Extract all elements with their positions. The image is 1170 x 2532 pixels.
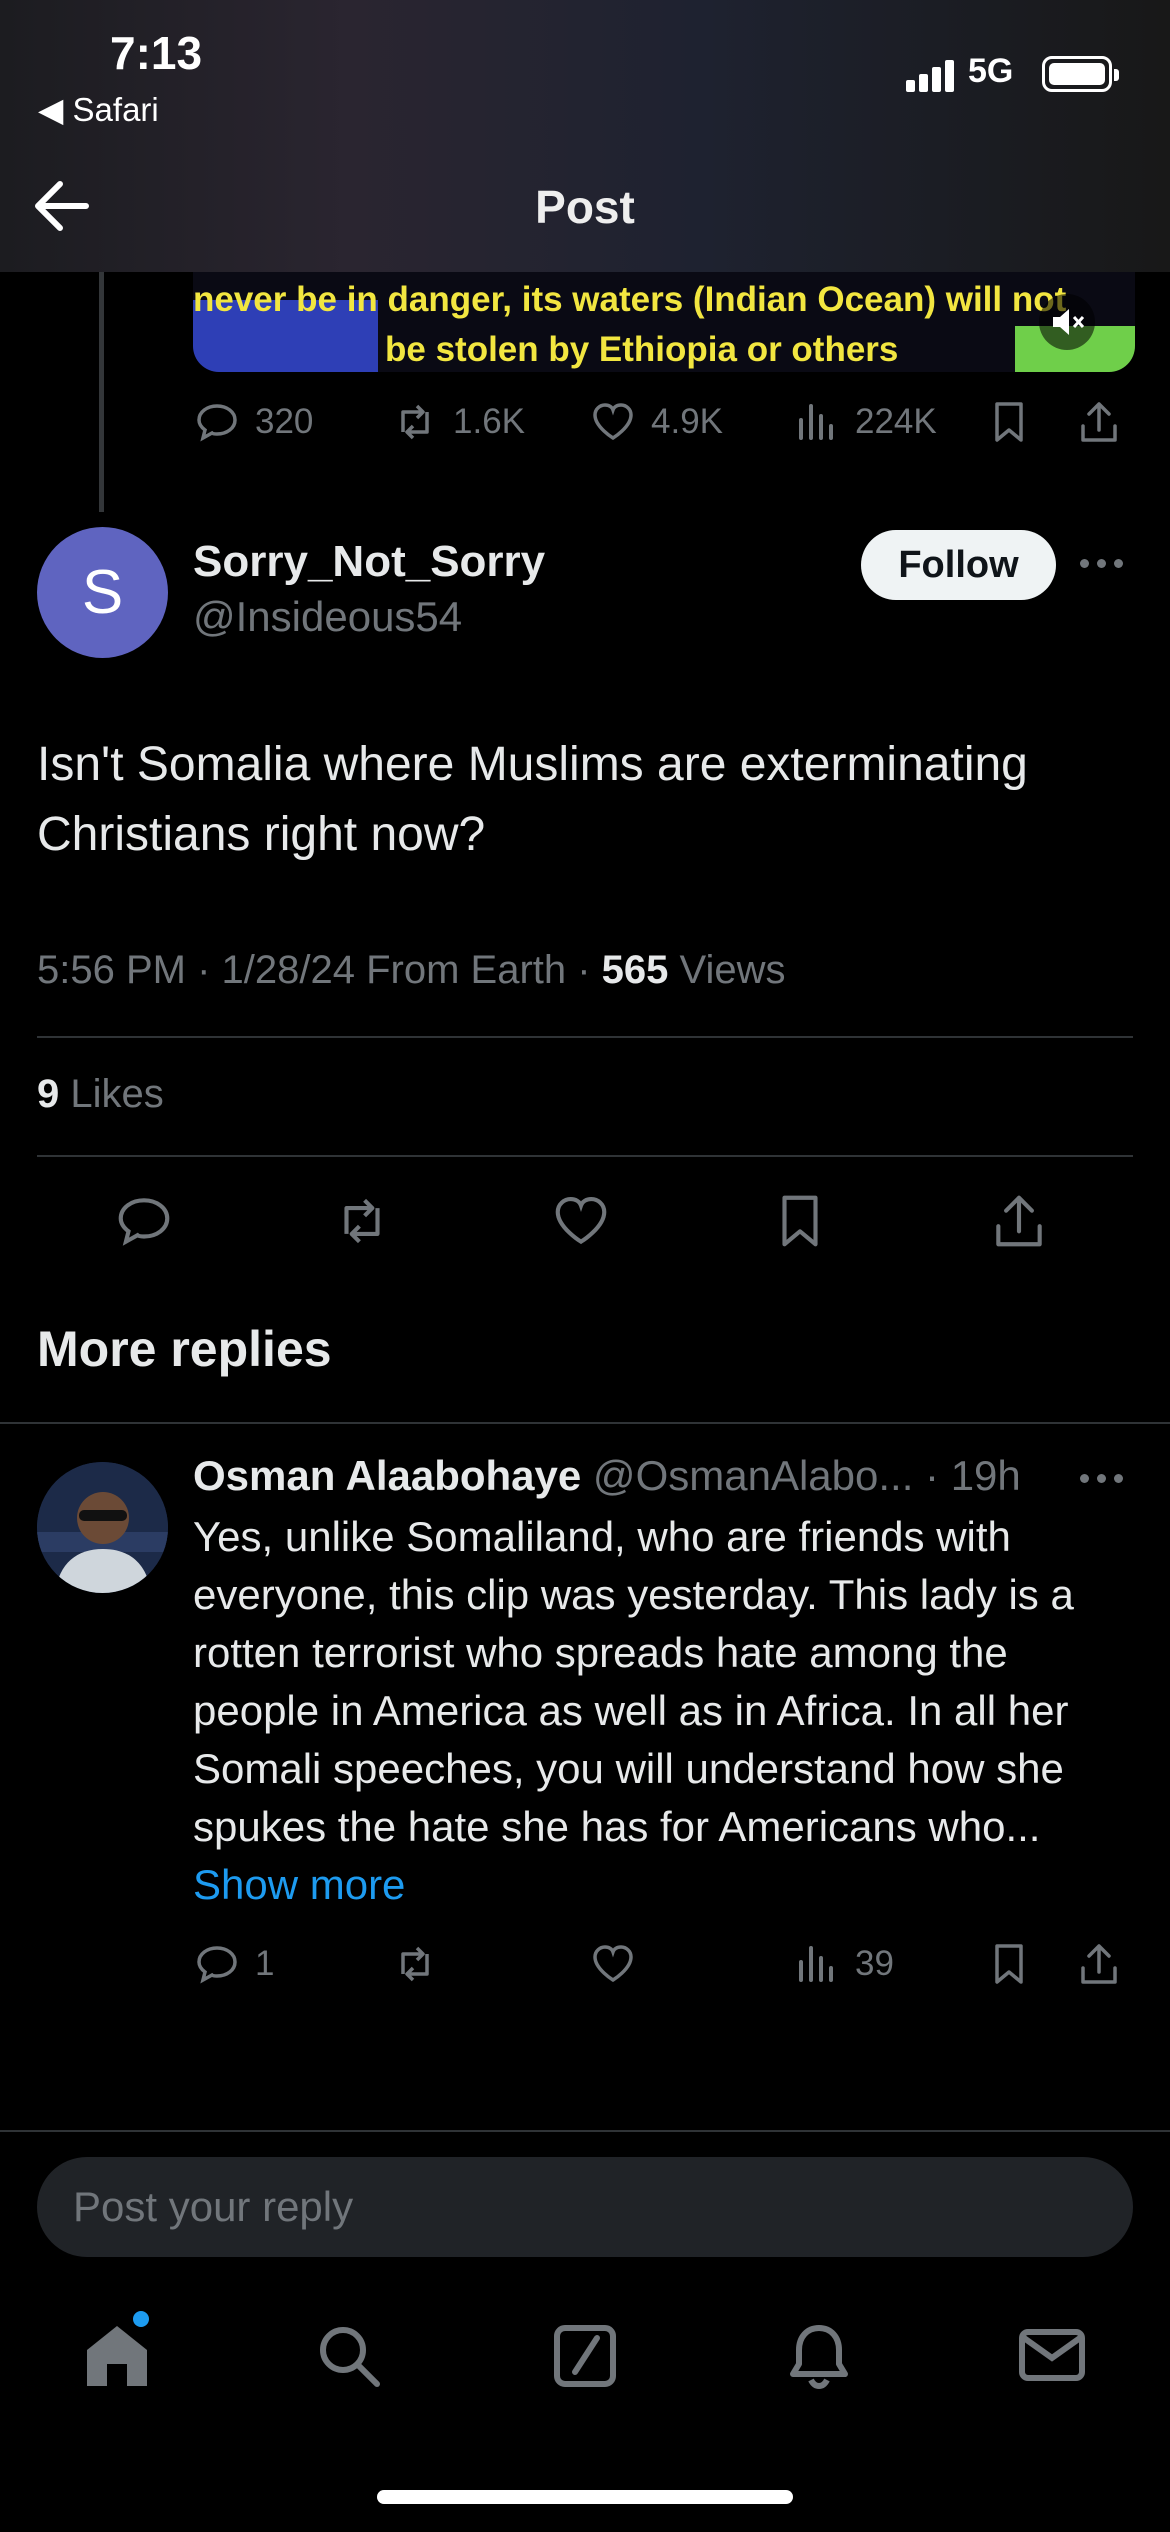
share-icon [1081, 402, 1117, 442]
divider [0, 1422, 1170, 1424]
quoted-post-actions: 320 1.6K 4.9K 224K [193, 392, 1143, 452]
bookmark-icon[interactable] [769, 1190, 831, 1252]
views-button[interactable]: 39 [793, 1934, 894, 1994]
notifications-icon[interactable] [783, 2320, 855, 2392]
reply-header: Osman Alaabohaye @OsmanAlabo... · 19h [193, 1452, 1093, 1500]
notification-dot [133, 2311, 149, 2327]
bookmark-icon [995, 402, 1023, 442]
thread-line [99, 272, 104, 512]
reply-icon[interactable] [113, 1190, 175, 1252]
share-icon [1081, 1944, 1117, 1984]
home-icon[interactable] [81, 2320, 153, 2392]
reply-icon [197, 1946, 237, 1984]
grok-icon[interactable] [549, 2320, 621, 2392]
reply-count: 320 [255, 402, 314, 441]
reply-more-options-icon[interactable] [1080, 1460, 1130, 1500]
views-number: 565 [601, 948, 669, 992]
signal-icon [906, 58, 958, 92]
views-count: 39 [855, 1944, 894, 1983]
author-name[interactable]: Sorry_Not_Sorry [193, 537, 545, 587]
heart-icon [593, 403, 633, 441]
post-timestamp: 5:56 PM · 1/28/24 From Earth · [37, 948, 602, 992]
author-handle[interactable]: @Insideous54 [193, 593, 462, 641]
bookmark-button[interactable] [985, 1934, 1047, 1994]
battery-icon [1042, 56, 1119, 92]
reply-input[interactable]: Post your reply [37, 2157, 1133, 2257]
divider [37, 1155, 1133, 1157]
repost-button[interactable]: 1.6K [391, 392, 525, 452]
reply-text-block: Yes, unlike Somaliland, who are friends … [193, 1508, 1143, 1914]
likes-label: Likes [59, 1072, 164, 1116]
more-replies-heading: More replies [37, 1321, 332, 1377]
views-button[interactable]: 224K [793, 392, 937, 452]
person-avatar-icon [37, 1462, 168, 1593]
status-time: 7:13 [110, 27, 203, 79]
video-caption-line1: never be in danger, its waters (Indian O… [193, 280, 1067, 319]
network-type: 5G [968, 52, 1014, 90]
reply-actions: 1 39 [193, 1934, 1143, 1994]
search-icon[interactable] [313, 2320, 385, 2392]
views-label: Views [668, 948, 786, 992]
share-icon[interactable] [988, 1190, 1050, 1252]
reply-time: · 19h [913, 1452, 1021, 1499]
reply-count: 1 [255, 1944, 275, 1983]
video-caption-line2: be stolen by Ethiopia or others [385, 330, 899, 369]
likes-number: 9 [37, 1072, 60, 1116]
like-count: 4.9K [651, 402, 723, 441]
divider [37, 1036, 1133, 1038]
repost-icon [401, 1946, 429, 1982]
follow-button[interactable]: Follow [861, 530, 1056, 600]
page-title: Post [535, 181, 635, 233]
messages-icon[interactable] [1016, 2320, 1088, 2392]
show-more-link[interactable]: Show more [193, 1861, 405, 1908]
mute-icon[interactable] [1039, 294, 1095, 350]
like-button[interactable]: 4.9K [589, 392, 723, 452]
back-to-safari-link[interactable]: ◀ Safari [38, 90, 159, 129]
heart-icon[interactable] [550, 1190, 612, 1252]
views-icon [799, 1946, 833, 1982]
back-app-label: Safari [72, 91, 159, 128]
divider [0, 2130, 1170, 2132]
more-options-icon[interactable] [1080, 545, 1130, 585]
bookmark-button[interactable] [985, 392, 1047, 452]
heart-icon [593, 1945, 633, 1983]
post-meta: 5:56 PM · 1/28/24 From Earth · 565 Views [37, 948, 786, 993]
views-count: 224K [855, 402, 937, 441]
reply-text: Yes, unlike Somaliland, who are friends … [193, 1513, 1074, 1850]
avatar[interactable]: S [37, 527, 168, 658]
likes-summary[interactable]: 9 Likes [37, 1072, 164, 1117]
reply-button[interactable]: 1 [193, 1934, 274, 1994]
reply-button[interactable]: 320 [193, 392, 313, 452]
quoted-video[interactable]: never be in danger, its waters (Indian O… [193, 272, 1135, 372]
share-button[interactable] [1075, 1934, 1137, 1994]
bookmark-icon [995, 1944, 1023, 1984]
repost-button[interactable] [391, 1934, 453, 1994]
reply-author-name[interactable]: Osman Alaabohaye [193, 1452, 581, 1499]
reply-avatar[interactable] [37, 1462, 168, 1593]
repost-icon [401, 404, 429, 440]
reply-icon [197, 404, 237, 442]
reply-author-handle[interactable]: @OsmanAlabo... [581, 1452, 913, 1499]
views-icon [799, 404, 833, 440]
like-button[interactable] [589, 1934, 651, 1994]
repost-count: 1.6K [453, 402, 525, 441]
home-indicator [377, 2490, 793, 2504]
repost-icon[interactable] [331, 1190, 393, 1252]
post-text: Isn't Somalia where Muslims are extermin… [37, 738, 1028, 861]
share-button[interactable] [1075, 392, 1137, 452]
